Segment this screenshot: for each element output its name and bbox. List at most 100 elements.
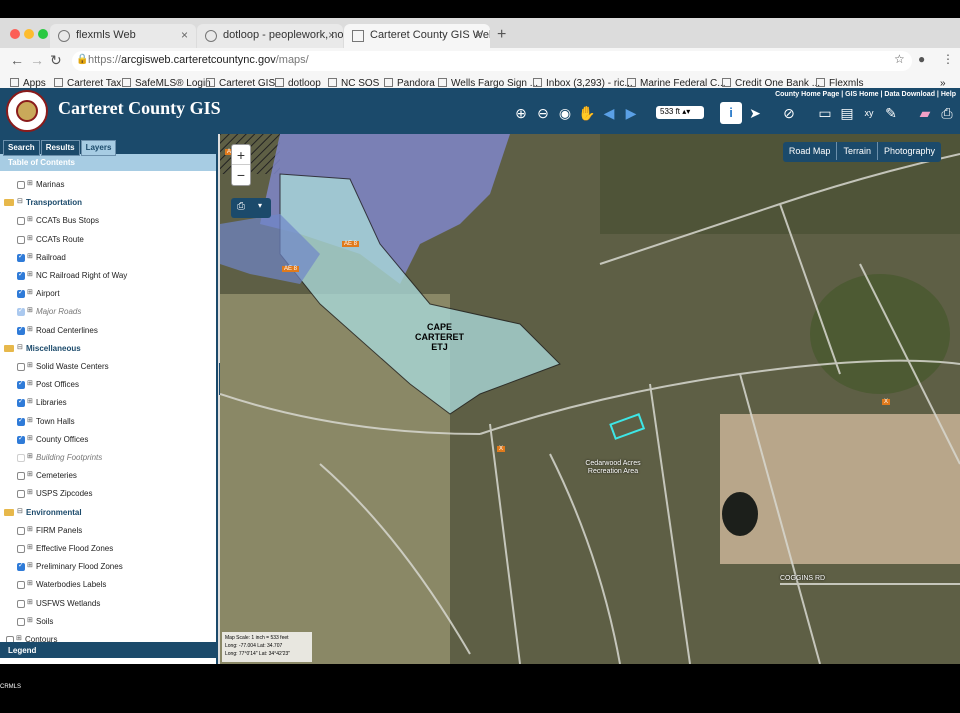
layer-row[interactable]: ⊞Road Centerlines bbox=[0, 324, 216, 340]
tab-search[interactable]: Search bbox=[3, 140, 40, 156]
layer-checkbox[interactable] bbox=[17, 561, 25, 572]
tab-results[interactable]: Results bbox=[40, 140, 80, 156]
layer-row[interactable]: ⊞ USFWS Wetlands bbox=[0, 597, 216, 613]
layer-checkbox[interactable] bbox=[17, 235, 25, 244]
eraser-icon[interactable]: ▰ bbox=[916, 104, 934, 122]
layer-checkbox[interactable] bbox=[17, 363, 25, 371]
tab-flexmls[interactable]: flexmls Web × bbox=[50, 24, 196, 48]
layer-checkbox[interactable] bbox=[17, 252, 25, 262]
layer-checkbox[interactable] bbox=[17, 545, 25, 553]
expand-icon[interactable]: ⊞ bbox=[27, 416, 33, 424]
identify-info-icon[interactable]: i bbox=[720, 102, 742, 124]
layer-row[interactable]: ⊞ USPS Zipcodes bbox=[0, 487, 216, 503]
layer-row[interactable]: ⊞ CCATs Route bbox=[0, 233, 216, 249]
layer-row[interactable]: ⊞Airport bbox=[0, 287, 216, 303]
zoom-in-button[interactable]: + bbox=[232, 145, 250, 165]
layer-row[interactable]: ⊞ Marinas bbox=[0, 178, 216, 194]
expand-icon[interactable]: ⊞ bbox=[27, 325, 33, 333]
full-extent-globe-icon[interactable]: ◉ bbox=[556, 104, 574, 122]
draw-pencil-icon[interactable]: ✎ bbox=[882, 104, 900, 122]
layer-row[interactable]: ⊞Major Roads bbox=[0, 305, 216, 321]
expand-icon[interactable]: ⊞ bbox=[27, 361, 33, 369]
next-extent-icon[interactable]: ▶ bbox=[622, 104, 640, 122]
layer-row[interactable]: ⊞ Solid Waste Centers bbox=[0, 360, 216, 376]
expand-icon[interactable]: ⊞ bbox=[27, 488, 33, 496]
layer-group[interactable]: ⊟ Transportation bbox=[0, 196, 216, 212]
layer-checkbox[interactable] bbox=[17, 454, 25, 462]
layer-checkbox[interactable] bbox=[17, 288, 25, 299]
print-icon[interactable]: ⎙ bbox=[938, 104, 956, 122]
expand-icon[interactable]: ⊞ bbox=[27, 561, 33, 569]
expand-icon[interactable]: ⊞ bbox=[27, 452, 33, 460]
new-tab-button[interactable]: + bbox=[497, 26, 506, 44]
expand-icon[interactable]: ⊞ bbox=[27, 434, 33, 442]
print-button[interactable]: ⎙ ▾ bbox=[231, 198, 271, 218]
expand-icon[interactable]: ⊞ bbox=[27, 470, 33, 478]
layer-row[interactable]: ⊞Libraries bbox=[0, 396, 216, 412]
expand-icon[interactable]: ⊞ bbox=[27, 543, 33, 551]
profile-icon[interactable]: ● bbox=[918, 52, 925, 66]
layer-checkbox[interactable] bbox=[17, 325, 25, 335]
tab-dotloop[interactable]: dotloop - peoplework, not pap × bbox=[197, 24, 343, 48]
select-arrow-icon[interactable]: ➤ bbox=[746, 104, 764, 122]
scale-select[interactable]: 533 ft ▴▾ bbox=[656, 106, 704, 119]
collapse-icon[interactable]: ⊟ bbox=[17, 197, 23, 205]
menu-icon[interactable]: ⋮ bbox=[942, 52, 954, 66]
layer-checkbox[interactable] bbox=[17, 306, 25, 317]
buffer-tool-icon[interactable]: ▤ bbox=[838, 104, 856, 122]
layer-checkbox[interactable] bbox=[17, 270, 25, 280]
basemap-photography[interactable]: Photography bbox=[878, 142, 941, 160]
legend-header[interactable]: Legend bbox=[0, 642, 216, 658]
xy-coordinates-icon[interactable]: xy bbox=[860, 104, 878, 122]
layer-row[interactable]: ⊞NC Railroad Right of Way bbox=[0, 269, 216, 285]
layer-checkbox[interactable] bbox=[17, 397, 25, 408]
collapse-icon[interactable]: ⊟ bbox=[17, 343, 23, 351]
expand-icon[interactable]: ⊞ bbox=[27, 598, 33, 606]
basemap-terrain[interactable]: Terrain bbox=[837, 142, 878, 160]
zoom-out-tool-icon[interactable]: ⊖ bbox=[534, 104, 552, 122]
zoom-in-tool-icon[interactable]: ⊕ bbox=[512, 104, 530, 122]
layer-checkbox[interactable] bbox=[17, 617, 25, 626]
tab-carteret-gis[interactable]: Carteret County GIS Website × bbox=[344, 24, 490, 48]
layer-row[interactable]: ⊞Preliminary Flood Zones bbox=[0, 560, 216, 576]
expand-icon[interactable]: ⊞ bbox=[27, 306, 33, 314]
expand-icon[interactable]: ⊞ bbox=[27, 616, 33, 624]
reload-icon[interactable]: ↻ bbox=[50, 52, 62, 69]
layer-row[interactable]: ⊞Town Halls bbox=[0, 415, 216, 431]
expand-icon[interactable]: ⊞ bbox=[27, 288, 33, 296]
layer-row[interactable]: ⊞ FIRM Panels bbox=[0, 524, 216, 540]
expand-icon[interactable]: ⊞ bbox=[27, 215, 33, 223]
maximize-window-icon[interactable] bbox=[38, 29, 48, 39]
layer-group[interactable]: ⊟ Miscellaneous bbox=[0, 342, 216, 358]
url-input[interactable]: 🔒 https://arcgisweb.carteretcountync.gov… bbox=[72, 51, 912, 71]
layer-checkbox[interactable] bbox=[17, 379, 25, 390]
layer-row[interactable]: ⊞Post Offices bbox=[0, 378, 216, 394]
expand-icon[interactable]: ⊞ bbox=[27, 179, 33, 187]
layer-row[interactable]: ⊞Railroad bbox=[0, 251, 216, 267]
layer-checkbox[interactable] bbox=[17, 490, 25, 499]
layer-checkbox[interactable] bbox=[17, 434, 25, 444]
layer-checkbox[interactable] bbox=[17, 181, 25, 189]
previous-extent-icon[interactable]: ◀ bbox=[600, 104, 618, 122]
basemap-road-map[interactable]: Road Map bbox=[783, 142, 838, 160]
layer-row[interactable]: ⊞ CCATs Bus Stops bbox=[0, 214, 216, 230]
expand-icon[interactable]: ⊞ bbox=[27, 252, 33, 260]
layer-row[interactable]: ⊞ Soils bbox=[0, 615, 216, 631]
expand-icon[interactable]: ⊞ bbox=[16, 634, 22, 642]
layer-checkbox[interactable] bbox=[17, 599, 25, 608]
layer-group[interactable]: ⊟ Environmental bbox=[0, 506, 216, 522]
layer-checkbox[interactable] bbox=[17, 416, 25, 426]
top-links[interactable]: County Home Page | GIS Home | Data Downl… bbox=[775, 91, 956, 98]
clear-selection-icon[interactable]: ⊘ bbox=[780, 104, 798, 122]
expand-icon[interactable]: ⊞ bbox=[27, 234, 33, 242]
layer-row[interactable]: ⊞ Building Footprints bbox=[0, 451, 216, 467]
layer-checkbox[interactable] bbox=[17, 472, 25, 481]
close-tab-icon[interactable]: × bbox=[181, 28, 188, 42]
layer-row[interactable]: ⊞County Offices bbox=[0, 433, 216, 449]
layer-checkbox[interactable] bbox=[17, 526, 25, 535]
star-icon[interactable]: ☆ bbox=[894, 52, 905, 66]
zoom-out-button[interactable]: − bbox=[232, 165, 250, 185]
expand-icon[interactable]: ⊞ bbox=[27, 525, 33, 533]
measure-ruler-icon[interactable]: ▭ bbox=[816, 104, 834, 122]
pan-hand-icon[interactable]: ✋ bbox=[578, 104, 596, 122]
